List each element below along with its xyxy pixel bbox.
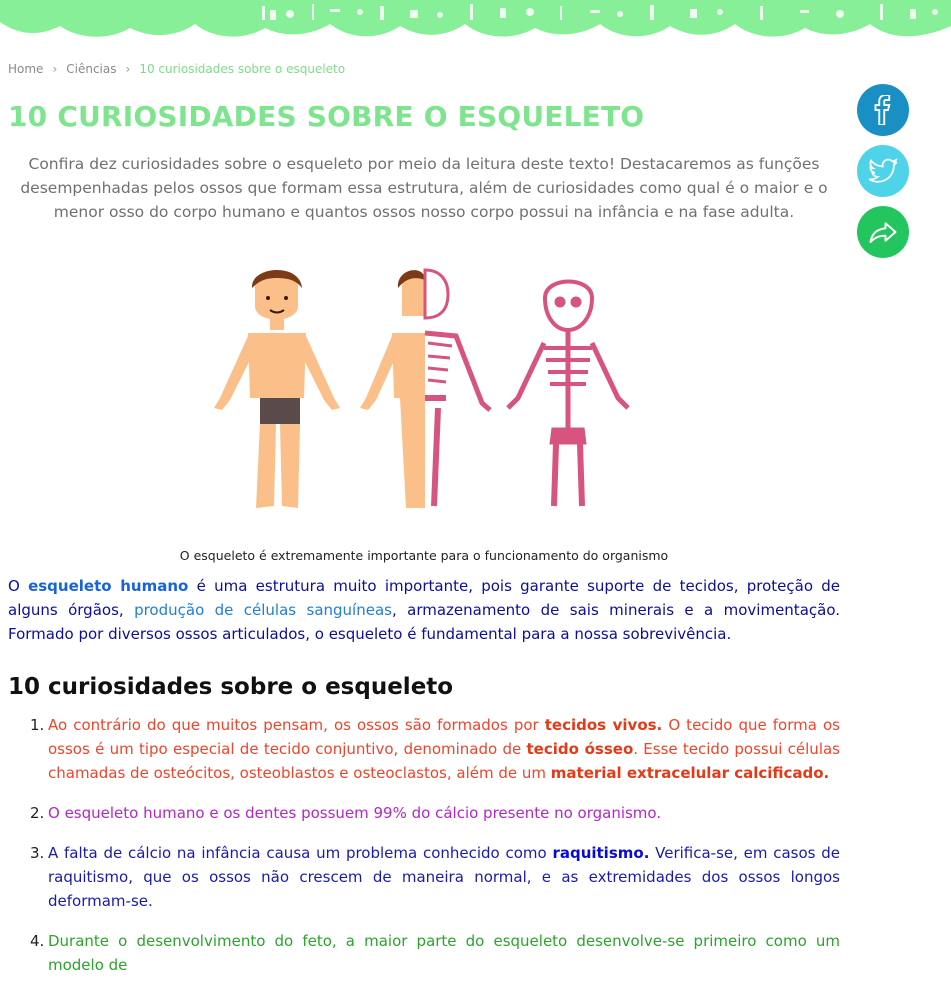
chevron-right-icon: › — [125, 62, 131, 76]
list-item: 4. Durante o desenvolvimento do feto, a m… — [8, 929, 840, 977]
skeleton-illustration — [214, 268, 630, 508]
chevron-right-icon: › — [52, 62, 58, 76]
breadcrumb-current: 10 curiosidades sobre o esqueleto — [139, 62, 346, 76]
item-bold: tecidos vivos. — [544, 716, 663, 734]
twitter-share-button[interactable] — [857, 145, 909, 197]
section-heading: 10 curiosidades sobre o esqueleto — [8, 674, 454, 700]
list-number: 2. — [30, 804, 45, 822]
item-bold: raquitismo. — [552, 844, 650, 862]
list-number: 3. — [30, 844, 45, 862]
list-number: 1. — [30, 716, 45, 734]
skeleton-figure — [506, 279, 630, 507]
facebook-icon — [874, 95, 891, 125]
page-title: 10 CURIOSIDADES SOBRE O ESQUELETO — [8, 100, 645, 133]
half-figure — [360, 268, 492, 508]
twitter-icon — [868, 158, 898, 183]
list-item: 2. O esqueleto humano e os dentes possuem… — [8, 801, 840, 825]
breadcrumb-home[interactable]: Home — [8, 62, 43, 76]
breadcrumb: Home › Ciências › 10 curiosidades sobre o es… — [8, 62, 345, 76]
list-item: 1. Ao contrário do que muitos pensam, os … — [8, 713, 840, 785]
figure-caption: O esqueleto é extremamente importante pa… — [179, 548, 669, 563]
celulas-sanguineas-link[interactable]: produção de células sanguíneas — [134, 601, 392, 619]
intro-text: O — [8, 577, 29, 595]
human-figure — [214, 269, 340, 508]
item-text: A falta de cálcio na infância causa um p… — [48, 844, 553, 862]
list-item: 3. A falta de cálcio na infância causa um… — [8, 841, 840, 913]
intro-paragraph: O esqueleto humano é uma estrutura muito… — [8, 574, 840, 646]
item-text: Ao contrário do que muitos pensam, os os… — [48, 716, 545, 734]
share-arrow-icon — [869, 222, 897, 243]
breadcrumb-section[interactable]: Ciências — [66, 62, 116, 76]
curiosities-list: 1. Ao contrário do que muitos pensam, os … — [8, 713, 840, 993]
share-button[interactable] — [857, 206, 909, 258]
item-bold: material extracelular calcificado. — [550, 764, 830, 782]
lead-paragraph: Confira dez curiosidades sobre o esquele… — [20, 155, 828, 221]
facebook-share-button[interactable] — [857, 84, 909, 136]
esqueleto-humano-link[interactable]: esqueleto humano — [28, 577, 188, 595]
top-banner — [0, 0, 951, 37]
item-text: Durante o desenvolvimento do feto, a mai… — [48, 932, 840, 974]
item-text: O esqueleto humano e os dentes possuem 9… — [48, 804, 662, 822]
item-bold: tecido ósseo — [526, 740, 634, 758]
